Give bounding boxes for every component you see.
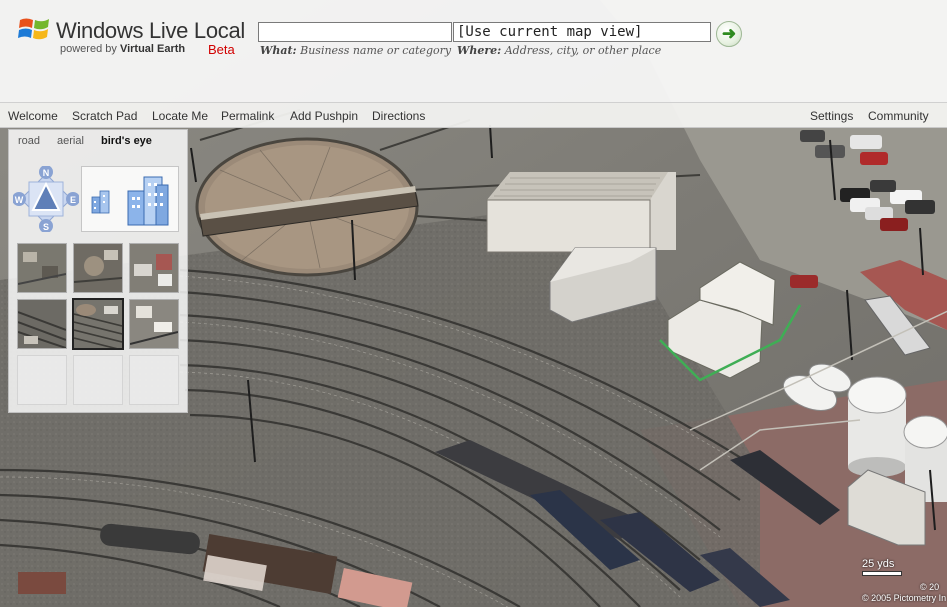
copyright-2: © 2005 Pictometry In — [862, 593, 947, 603]
map-scale: 25 yds — [860, 558, 930, 576]
search-go-button[interactable]: ➜ — [716, 21, 742, 47]
scale-label: 25 yds — [862, 558, 895, 570]
thumbnail-se-empty — [129, 355, 179, 405]
scale-bar — [862, 571, 902, 576]
zoom-in-buildings-icon[interactable] — [126, 171, 170, 227]
aerial-thumbnail — [18, 244, 66, 292]
where-hint-text: Address, city, or other place — [504, 44, 662, 57]
where-hint-label: Where: — [457, 44, 502, 57]
thumbnail-ne[interactable] — [129, 243, 179, 293]
what-hint: What: Business name or category — [260, 44, 451, 57]
birds-eye-thumbnail-grid — [17, 243, 181, 407]
menu-welcome[interactable]: Welcome — [8, 109, 58, 123]
windows-flag-icon — [18, 18, 49, 40]
aerial-thumbnail — [130, 300, 178, 348]
what-hint-label: What: — [260, 44, 297, 57]
what-hint-text: Business name or category — [300, 44, 452, 57]
windows-live-local-logo[interactable]: Windows Live Local powered by Virtual Ea… — [18, 12, 248, 62]
menu-locate-me[interactable]: Locate Me — [152, 109, 208, 123]
compass-n[interactable]: N — [43, 168, 50, 178]
menu-add-pushpin[interactable]: Add Pushpin — [290, 109, 358, 123]
aerial-thumbnail — [18, 300, 66, 348]
zoom-control — [81, 166, 179, 232]
tab-birds-eye[interactable]: bird's eye — [101, 135, 152, 147]
tab-road[interactable]: road — [18, 135, 40, 147]
where-hint: Where: Address, city, or other place — [457, 44, 661, 57]
compass-w[interactable]: W — [15, 195, 24, 205]
header-bar: Windows Live Local powered by Virtual Ea… — [0, 0, 947, 103]
what-search-input[interactable] — [258, 22, 452, 42]
thumbnail-w[interactable] — [17, 299, 67, 349]
menu-directions[interactable]: Directions — [372, 109, 425, 123]
aerial-thumbnail — [130, 244, 178, 292]
tab-aerial[interactable]: aerial — [57, 135, 84, 147]
aerial-thumbnail — [74, 300, 122, 348]
app-title: Windows Live Local — [56, 18, 246, 43]
beta-badge: Beta — [208, 42, 235, 57]
menu-bar: Welcome Scratch Pad Locate Me Permalink … — [0, 103, 947, 128]
thumbnail-sw-empty — [17, 355, 67, 405]
thumbnail-nw[interactable] — [17, 243, 67, 293]
thumbnail-e[interactable] — [129, 299, 179, 349]
compass-e[interactable]: E — [70, 195, 76, 205]
menu-community[interactable]: Community — [868, 109, 929, 123]
thumbnail-n[interactable] — [73, 243, 123, 293]
compass-icon: N E S W — [12, 165, 80, 233]
thumbnail-center-selected[interactable] — [72, 298, 124, 350]
copyright-1: © 20 — [920, 582, 940, 592]
compass-rotate-control[interactable]: N E S W — [12, 165, 80, 233]
green-arrow-icon: ➜ — [721, 24, 737, 43]
menu-permalink[interactable]: Permalink — [221, 109, 274, 123]
powered-by-text: powered by Virtual Earth — [60, 43, 185, 55]
aerial-thumbnail — [74, 244, 122, 292]
menu-settings[interactable]: Settings — [810, 109, 853, 123]
powered-by-prefix: powered by — [60, 43, 117, 55]
map-control-panel: road aerial bird's eye N E S W — [8, 129, 188, 413]
powered-by-name: Virtual Earth — [119, 43, 186, 55]
thumbnail-s-empty — [73, 355, 123, 405]
compass-s[interactable]: S — [43, 222, 49, 232]
zoom-out-buildings-icon[interactable] — [90, 187, 112, 215]
where-search-input[interactable] — [453, 22, 711, 42]
menu-scratch-pad[interactable]: Scratch Pad — [72, 109, 137, 123]
